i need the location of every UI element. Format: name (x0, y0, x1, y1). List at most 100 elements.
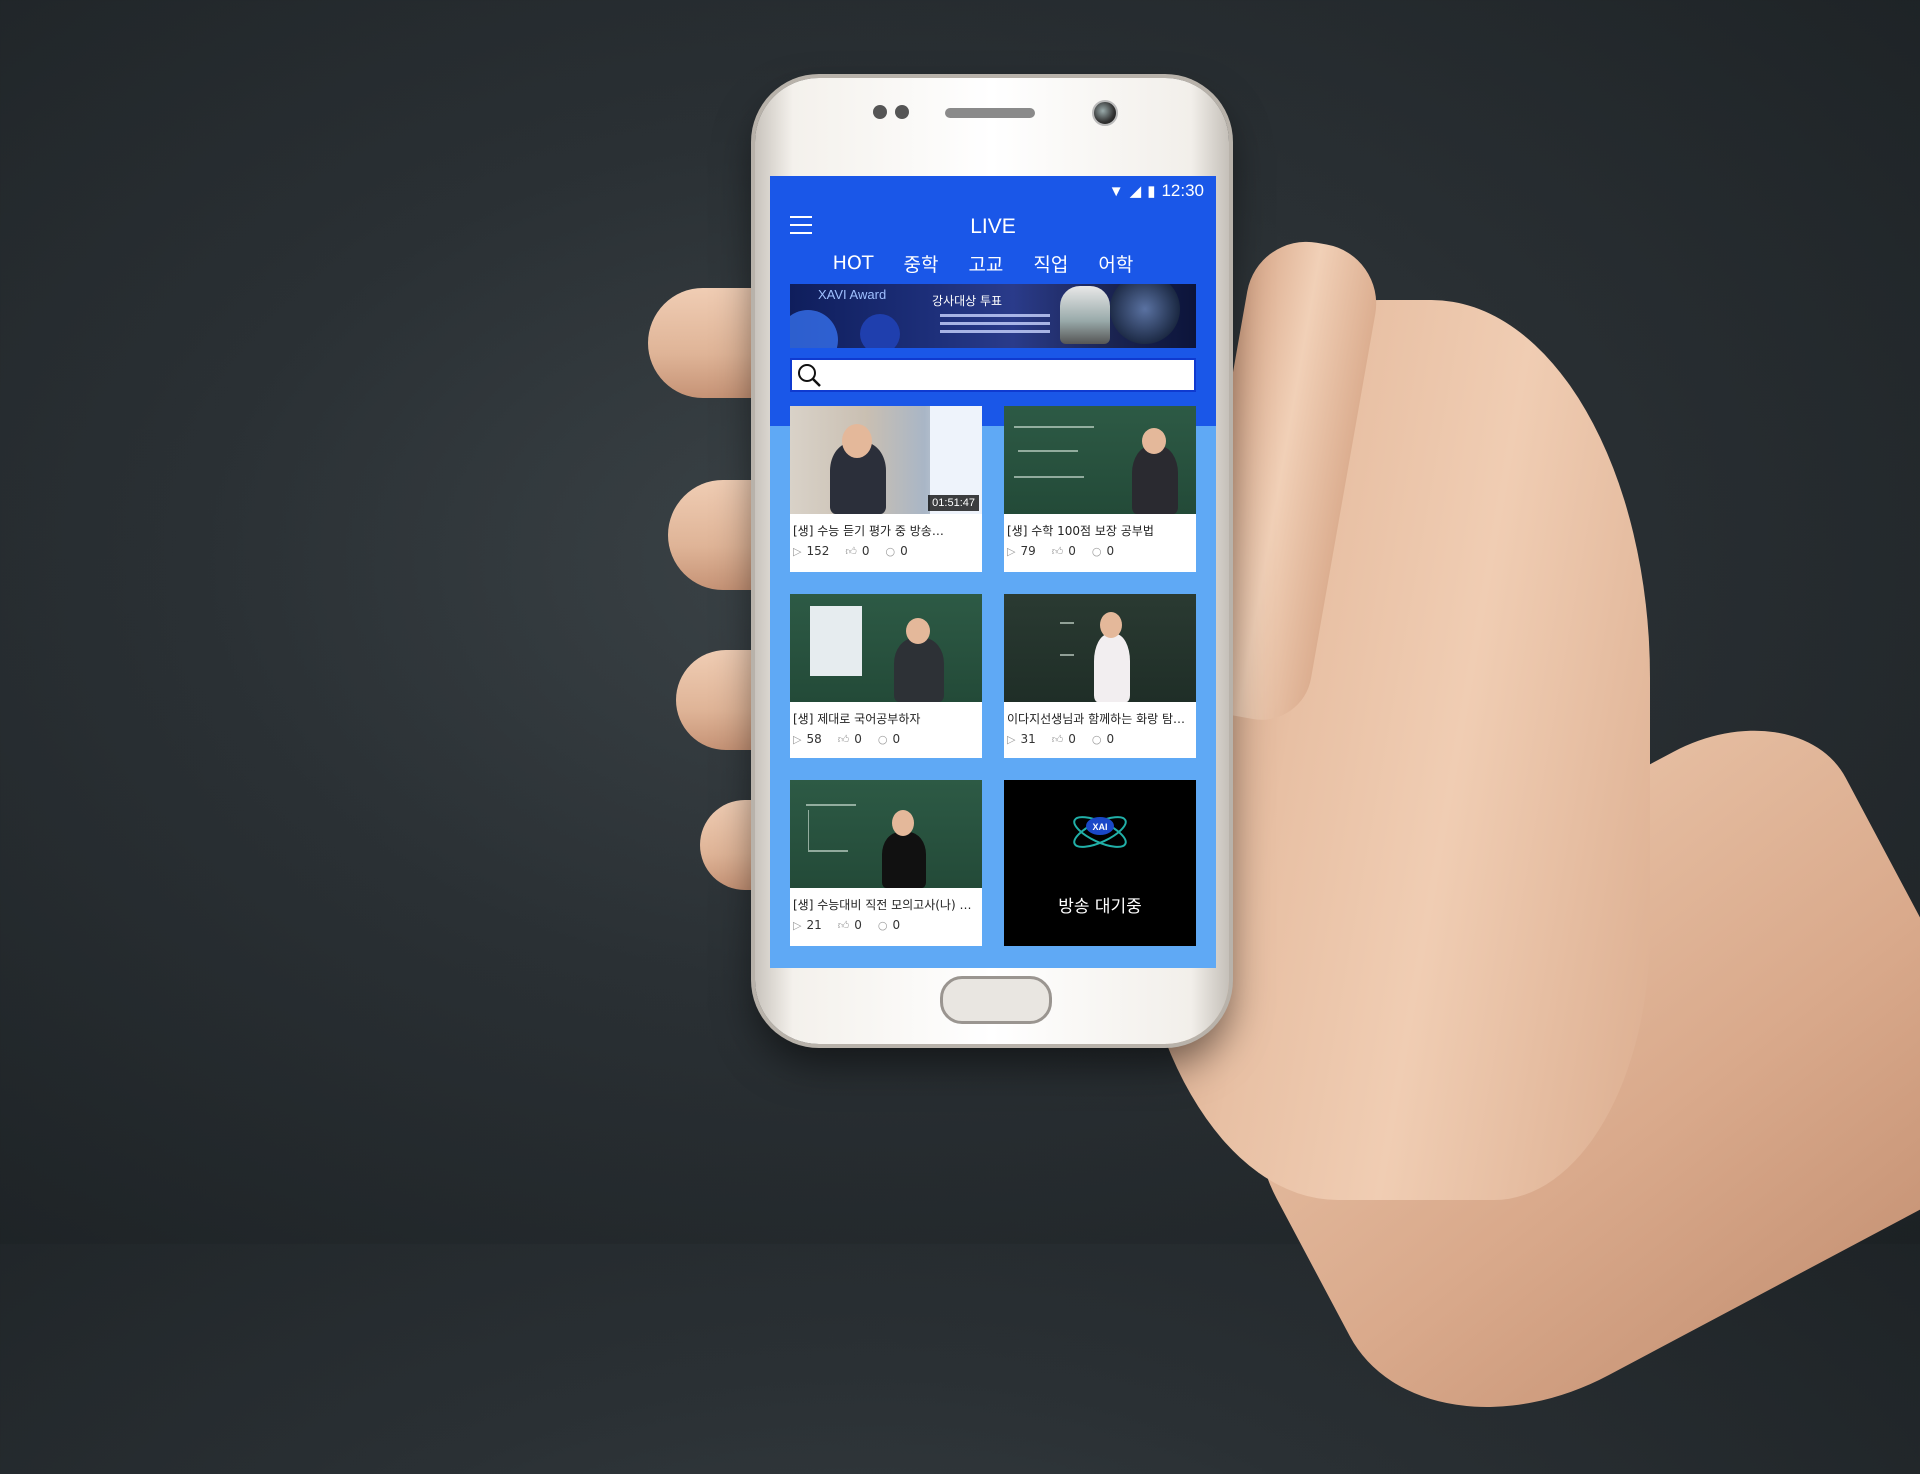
thumbs-up-icon: 👍︎ (845, 544, 857, 558)
comment-icon: ○ (885, 544, 896, 558)
trophy-image (1060, 286, 1110, 344)
battery-icon: ▮ (1147, 183, 1156, 200)
video-duration: 01:51:47 (928, 495, 979, 511)
play-icon: ▷ (793, 918, 802, 932)
comment-count: 0 (892, 918, 901, 932)
app-header: LIVE (770, 206, 1216, 248)
comment-icon: ○ (877, 732, 888, 746)
comment-count: 0 (892, 732, 901, 746)
signal-icon: ◢ (1129, 183, 1142, 200)
standby-status: 방송 대기중 (1058, 897, 1142, 917)
banner-decoration (790, 310, 838, 348)
front-camera (1092, 100, 1118, 126)
presenter-head (842, 424, 872, 458)
thumbs-up-icon: 👍︎ (837, 732, 850, 746)
view-count: 31 (1020, 732, 1036, 746)
promo-banner[interactable]: XAVI Award 강사대상 투표 (790, 284, 1196, 348)
search-bar (790, 358, 1196, 392)
video-stats: ▷ 31 👍︎ 0 ○ 0 (1007, 732, 1114, 746)
video-thumbnail[interactable] (1004, 594, 1196, 702)
comment-count: 0 (900, 544, 908, 558)
video-card[interactable]: [생] 수능대비 직전 모의고사(나) 주요문항 ▷ 21 👍︎ 0 ○ 0 (790, 780, 982, 946)
comment-icon: ○ (1091, 732, 1102, 746)
earpiece-speaker (945, 108, 1035, 118)
tab-vocational[interactable]: 직업 (1033, 250, 1068, 277)
menu-icon[interactable] (790, 216, 812, 234)
like-count: 0 (854, 732, 862, 746)
status-time: 12:30 (1161, 181, 1204, 200)
video-title: [생] 수능대비 직전 모의고사(나) 주요문항 (793, 898, 979, 912)
wifi-icon: ▼ (1108, 182, 1124, 200)
teacher-head (1100, 612, 1122, 638)
tab-high-school[interactable]: 고교 (968, 250, 1003, 277)
standby-card[interactable]: XAI 방송 대기중 (1004, 780, 1196, 946)
graph-axis (808, 810, 809, 850)
teacher-head (906, 618, 930, 644)
search-input[interactable] (832, 364, 1186, 388)
banner-fine-print (940, 314, 1050, 338)
thumbs-up-icon: 👍︎ (837, 918, 850, 932)
chalk-writing (1060, 622, 1074, 624)
like-count: 0 (1068, 732, 1076, 746)
teacher-figure (882, 832, 926, 888)
banner-decoration (1110, 284, 1180, 344)
comment-count: 0 (1106, 544, 1115, 558)
video-stats: ▷ 79 👍︎ 0 ○ 0 (1007, 544, 1114, 558)
category-tabs: HOT 중학 고교 직업 어학 (770, 248, 1216, 278)
teacher-head (1142, 428, 1166, 454)
view-count: 21 (806, 918, 822, 932)
view-count: 58 (806, 732, 822, 746)
chalk-writing (806, 804, 856, 806)
video-title: [생] 수학 100점 보장 공부법 (1007, 524, 1154, 538)
comment-icon: ○ (877, 918, 888, 932)
tab-language[interactable]: 어학 (1098, 250, 1133, 277)
thumbs-up-icon: 👍︎ (1051, 732, 1064, 746)
chalk-writing (1018, 450, 1078, 452)
sensor (873, 105, 887, 119)
banner-decoration (860, 314, 900, 348)
comment-count: 0 (1106, 732, 1115, 746)
play-icon: ▷ (1007, 732, 1016, 746)
teacher-figure (894, 638, 944, 702)
banner-label: XAVI Award (818, 287, 887, 302)
play-icon: ▷ (793, 732, 802, 746)
video-thumbnail[interactable] (790, 780, 982, 888)
logo-text: XAI (1092, 822, 1107, 832)
video-card[interactable]: [생] 제대로 국어공부하자 ▷ 58 👍︎ 0 ○ 0 (790, 594, 982, 758)
video-title: [생] 제대로 국어공부하자 (793, 712, 921, 726)
teacher-head (892, 810, 914, 836)
video-card[interactable]: 01:51:47 [생] 수능 듣기 평가 중 방송… ▷ 152 👍︎ 0 ○… (790, 406, 982, 572)
play-icon: ▷ (793, 544, 802, 558)
search-icon[interactable] (796, 362, 822, 388)
sensor (895, 105, 909, 119)
play-icon: ▷ (1007, 544, 1016, 558)
teacher-figure (1094, 634, 1130, 702)
xai-logo: XAI (1073, 816, 1127, 848)
comment-icon: ○ (1091, 544, 1102, 558)
video-thumbnail[interactable] (790, 594, 982, 702)
video-stats: ▷ 21 👍︎ 0 ○ 0 (793, 918, 900, 932)
page-title: LIVE (970, 215, 1016, 238)
like-count: 0 (861, 544, 870, 558)
video-card[interactable]: 이다지선생님과 함께하는 화랑 탐구영역 ▷ 31 👍︎ 0 ○ 0 (1004, 594, 1196, 758)
video-stats: ▷ 58 👍︎ 0 ○ 0 (793, 732, 900, 746)
video-title: [생] 수능 듣기 평가 중 방송… (793, 524, 944, 538)
view-count: 79 (1020, 544, 1036, 558)
tab-middle-school[interactable]: 중학 (903, 250, 938, 277)
view-count: 152 (806, 544, 830, 558)
like-count: 0 (854, 918, 862, 932)
video-card[interactable]: [생] 수학 100점 보장 공부법 ▷ 79 👍︎ 0 ○ 0 (1004, 406, 1196, 572)
banner-heading: 강사대상 투표 (932, 294, 1003, 308)
chalk-writing (1014, 476, 1084, 478)
graph-axis (808, 850, 848, 852)
tab-hot[interactable]: HOT (833, 252, 874, 274)
teacher-figure (1132, 446, 1178, 514)
like-count: 0 (1068, 544, 1076, 558)
home-button[interactable] (940, 976, 1052, 1024)
video-thumbnail[interactable] (1004, 406, 1196, 514)
video-stats: ▷ 152 👍︎ 0 ○ 0 (793, 544, 908, 558)
video-thumbnail[interactable]: 01:51:47 (790, 406, 982, 514)
video-title: 이다지선생님과 함께하는 화랑 탐구영역 (1007, 712, 1193, 726)
thumbs-up-icon: 👍︎ (1051, 544, 1064, 558)
worksheet-image (810, 606, 862, 676)
